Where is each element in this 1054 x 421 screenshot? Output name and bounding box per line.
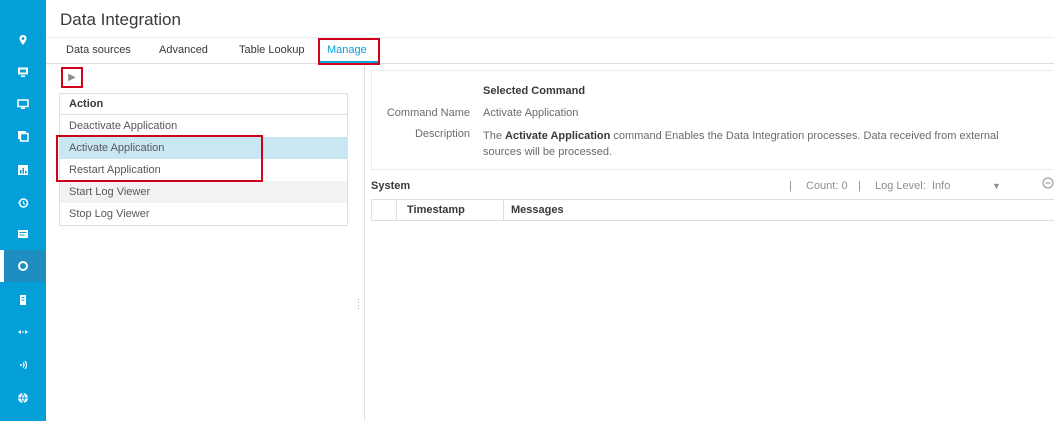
log-count: Count: 0 xyxy=(806,180,848,192)
chevron-down-icon[interactable]: ▼ xyxy=(992,181,1001,191)
history-icon[interactable] xyxy=(0,188,46,218)
copy-icon[interactable] xyxy=(0,121,46,151)
description-prefix: The xyxy=(483,130,506,142)
splitter-grip-icon[interactable]: · · · · xyxy=(357,296,361,313)
log-level-label: Log Level: xyxy=(875,180,926,192)
monitor-icon[interactable] xyxy=(0,57,46,87)
minus-circle-icon xyxy=(1042,177,1054,189)
action-item-restart[interactable]: Restart Application xyxy=(60,159,347,181)
tab-bar: Data sources Advanced Table Lookup Manag… xyxy=(46,37,1054,64)
left-nav-rail xyxy=(0,0,46,421)
log-table-header: Timestamp Messages xyxy=(371,199,1054,221)
play-icon: ▶ xyxy=(68,71,76,83)
action-list: Action Deactivate Application Activate A… xyxy=(59,93,348,226)
action-item-start-log-viewer[interactable]: Start Log Viewer xyxy=(60,181,347,203)
selected-command-title: Selected Command xyxy=(483,85,586,97)
description-command-name: Activate Application xyxy=(505,130,611,142)
chart-icon[interactable] xyxy=(0,155,46,185)
wireless-icon[interactable] xyxy=(0,350,46,380)
column-divider xyxy=(396,200,397,221)
tab-table-lookup[interactable]: Table Lookup xyxy=(239,44,304,56)
separator: | xyxy=(789,180,792,192)
list-icon[interactable] xyxy=(0,219,46,249)
clear-log-button[interactable] xyxy=(1042,177,1054,191)
action-item-deactivate[interactable]: Deactivate Application xyxy=(60,115,347,137)
log-level-select[interactable]: Info xyxy=(932,180,950,192)
command-name-label: Command Name xyxy=(386,107,470,119)
system-title: System xyxy=(371,180,411,192)
action-list-header: Action xyxy=(60,94,347,115)
tab-manage[interactable]: Manage xyxy=(327,44,367,56)
globe-icon[interactable] xyxy=(0,383,46,413)
tab-advanced[interactable]: Advanced xyxy=(159,44,208,56)
run-action-button[interactable]: ▶ xyxy=(61,67,83,87)
column-messages[interactable]: Messages xyxy=(511,200,564,221)
arrows-icon[interactable] xyxy=(0,317,46,347)
page-title: Data Integration xyxy=(60,10,181,29)
separator: | xyxy=(858,180,861,192)
command-name-value: Activate Application xyxy=(483,107,579,119)
action-item-stop-log-viewer[interactable]: Stop Log Viewer xyxy=(60,203,347,225)
panel-splitter[interactable] xyxy=(355,66,365,421)
column-divider xyxy=(503,200,504,221)
display-icon[interactable] xyxy=(0,89,46,119)
tab-data-sources[interactable]: Data sources xyxy=(66,44,131,56)
column-timestamp[interactable]: Timestamp xyxy=(407,200,465,221)
active-tab-indicator xyxy=(319,61,378,64)
description-label: Description xyxy=(414,128,470,140)
location-icon[interactable] xyxy=(0,25,46,55)
action-item-activate[interactable]: Activate Application xyxy=(60,137,347,159)
server-icon[interactable] xyxy=(0,285,46,315)
description-value: The Activate Application command Enables… xyxy=(483,128,1033,160)
circle-icon[interactable] xyxy=(0,250,46,282)
